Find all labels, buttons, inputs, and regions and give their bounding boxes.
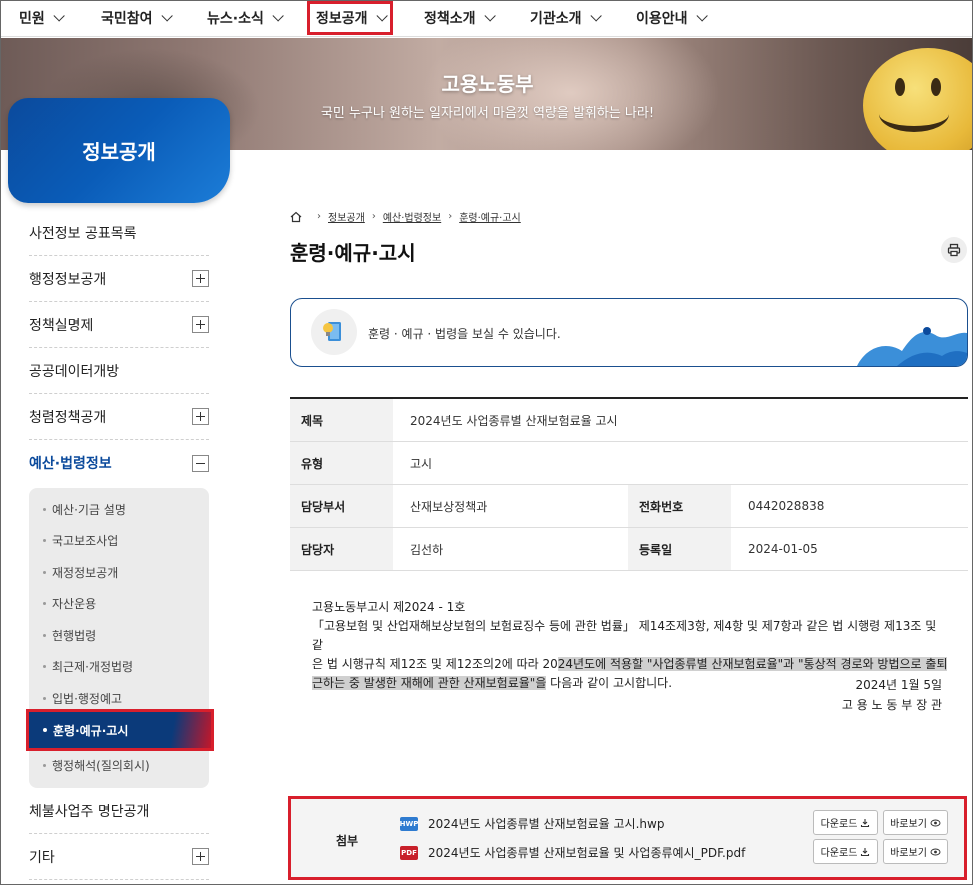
sidebar-subitem[interactable]: 입법·행정예고 [43,686,213,710]
chevron-down-icon [53,10,65,22]
book-lightbulb-icon [311,309,357,355]
sidebar-item-integrity[interactable]: 청렴정책공개 [29,394,209,440]
eye-icon [930,819,941,826]
type-value: 고시 [410,456,433,471]
plus-icon[interactable] [192,270,209,287]
chevron-down-icon [160,10,173,22]
info-notice-box: 훈령 · 예규 · 법령을 보실 수 있습니다. [290,298,968,367]
sidebar-item-etc[interactable]: 기타 [29,834,209,880]
download-icon [861,818,870,827]
plus-icon[interactable] [192,408,209,425]
table-row: 담당자 김선하 등록일 2024-01-05 [290,528,968,571]
sidebar-item-pre-disclosure[interactable]: 사전정보 공표목록 [29,210,209,256]
attachments-label: 첨부 [336,834,359,848]
sidebar-subitem[interactable]: 재정정보공개 [43,560,213,584]
sidebar-item-policy-real-name[interactable]: 정책실명제 [29,302,209,348]
chevron-down-icon [483,10,496,22]
nav-item-guide[interactable]: 이용안내 [636,1,708,35]
nav-item-policy[interactable]: 정책소개 [424,1,496,35]
printer-icon [947,243,961,257]
sidebar-subitem-active[interactable]: 훈령·예규·고시 [26,709,214,751]
sidebar-subitem[interactable]: 국고보조사업 [43,528,213,552]
nav-item-info-disclosure[interactable]: 정보공개 [307,1,393,35]
download-button[interactable]: 다운로드 [813,839,878,864]
page-title: 훈령·예규·고시 [290,241,416,265]
notice-signature: 2024년 1월 5일 고 용 노 동 부 장 관 [842,675,942,715]
person-value: 김선하 [410,542,444,557]
table-row: 제목 2024년도 사업종류별 산재보험료율 고시 [290,399,968,442]
pdf-file-icon: PDF [400,845,418,860]
selected-text: 24년도에 적용할 "사업종류별 산재보험료율"과 "통상적 경로와 방법으로 … [557,657,948,671]
sidebar-subitem[interactable]: 예산·기금 설명 [43,497,213,521]
phone-value: 0442028838 [748,499,825,513]
nav-item-civil[interactable]: 민원 [19,1,65,35]
download-button[interactable]: 다운로드 [813,810,878,835]
table-row: 유형 고시 [290,442,968,485]
wave-decoration [857,327,967,366]
sidebar-item-wage-arrears[interactable]: 체불사업주 명단공개 [29,788,209,834]
chevron-down-icon [695,10,708,22]
title-value: 2024년도 사업종류별 산재보험료율 고시 [410,413,618,428]
nav-item-label: 민원 [19,11,45,27]
notice-date: 2024년 1월 5일 [855,678,942,692]
download-icon [861,847,870,856]
sidebar-subitem[interactable]: 자산운용 [43,591,213,615]
notice-signer: 고 용 노 동 부 장 관 [841,698,942,712]
nav-item-label: 정책소개 [424,11,476,27]
chevron-down-icon [375,10,388,22]
table-row: 담당부서 산재보상정책과 전화번호 0442028838 [290,485,968,528]
banner-title: 고용노동부 [441,72,534,96]
nav-item-label: 뉴스·소식 [207,11,264,27]
plus-icon[interactable] [192,316,209,333]
hwp-file-icon: HWP [400,816,418,831]
sidebar-item-budget-law[interactable]: 예산·법령정보 [29,440,209,486]
selected-text: 근하는 중 발생한 재해에 관한 산재보험료율"을 [312,676,547,690]
nav-item-label: 국민참여 [101,11,153,27]
eye-icon [930,848,941,855]
plus-icon[interactable] [192,848,209,865]
chevron-down-icon [589,10,602,22]
page-frame: 민원 국민참여 뉴스·소식 정보공개 정책소개 기관소개 이용안내 고용노동부 [0,0,973,885]
breadcrumb: › 정보공개 › 예산·법령정보 › 훈령·예규·고시 [290,209,521,224]
attachment-file-pdf[interactable]: PDF 2024년도 사업종류별 산재보험료율 및 사업종류예시_PDF.pdf [400,844,745,861]
view-button[interactable]: 바로보기 [883,839,948,864]
breadcrumb-link[interactable]: 정보공개 [328,209,365,224]
detail-table: 제목 2024년도 사업종류별 산재보험료율 고시 유형 고시 담당부서 산재보… [290,397,968,571]
smiley-face-image [863,48,972,150]
minus-icon[interactable] [192,454,209,472]
date-value: 2024-01-05 [748,542,818,556]
chevron-down-icon [272,10,284,22]
nav-item-participation[interactable]: 국민참여 [101,1,173,35]
nav-item-label: 정보공개 [316,11,368,27]
sidebar-item-admin-info[interactable]: 행정정보공개 [29,256,209,302]
nav-item-label: 기관소개 [530,11,582,27]
nav-item-news[interactable]: 뉴스·소식 [207,1,284,35]
sidebar-title: 정보공개 [8,98,230,203]
dept-value: 산재보상정책과 [410,499,488,514]
sidebar-subitem[interactable]: 현행법령 [43,623,213,647]
attachment-file-hwp[interactable]: HWP 2024년도 사업종류별 산재보험료율 고시.hwp [400,815,664,832]
nav-item-organization[interactable]: 기관소개 [530,1,602,35]
sidebar-item-public-data[interactable]: 공공데이터개방 [29,348,209,394]
nav-item-label: 이용안내 [636,11,688,27]
attachments-section: 첨부 HWP 2024년도 사업종류별 산재보험료율 고시.hwp PDF 20… [288,796,967,880]
notice-number: 고용노동부고시 제2024 - 1호 [312,600,466,614]
info-notice-text: 훈령 · 예규 · 법령을 보실 수 있습니다. [368,327,561,341]
sidebar-subitem[interactable]: 행정해석(질의회시) [43,753,213,777]
top-nav: 민원 국민참여 뉴스·소식 정보공개 정책소개 기관소개 이용안내 [1,1,972,37]
home-icon[interactable] [290,211,302,223]
print-button[interactable] [941,237,967,263]
breadcrumb-link[interactable]: 예산·법령정보 [383,209,441,224]
view-button[interactable]: 바로보기 [883,810,948,835]
breadcrumb-link[interactable]: 훈령·예규·고시 [459,209,521,224]
sidebar-subitem[interactable]: 최근제·개정법령 [43,654,213,678]
